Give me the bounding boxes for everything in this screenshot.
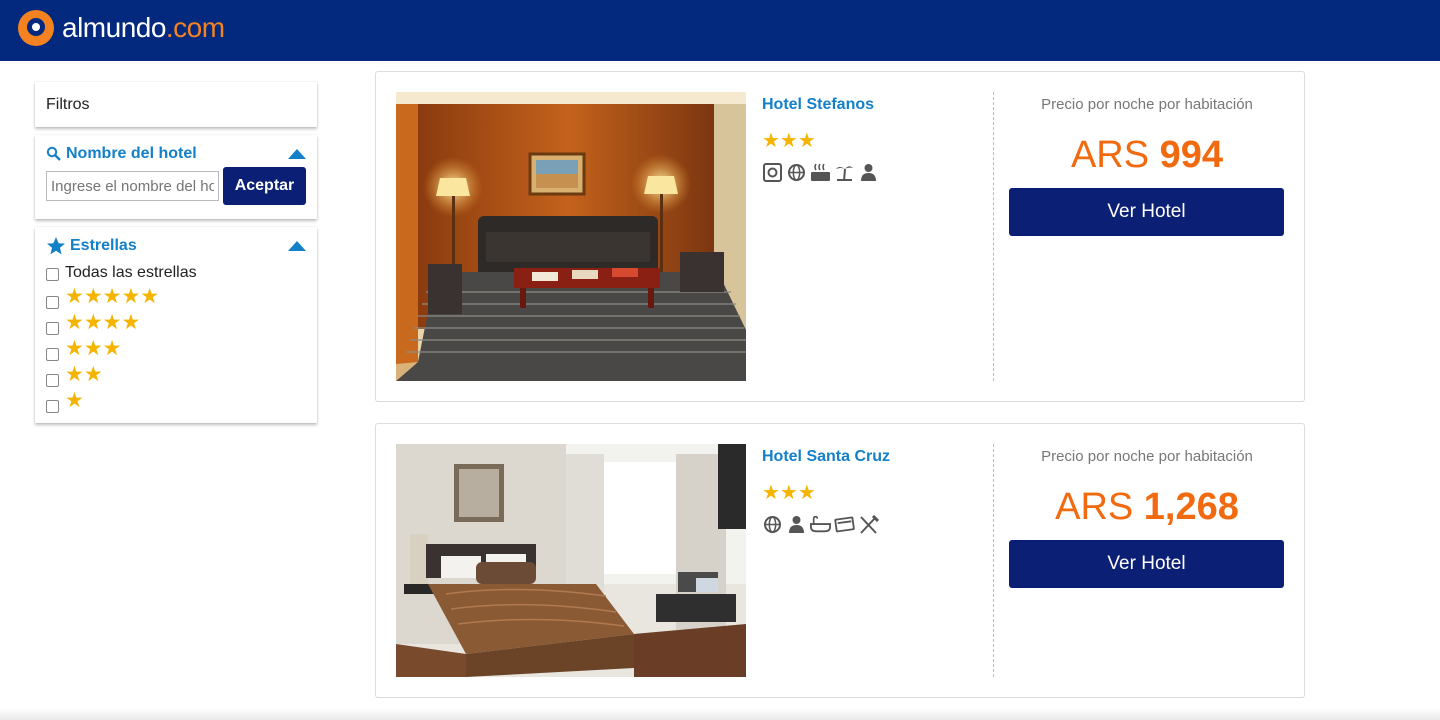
hotel-name-input[interactable] xyxy=(46,171,219,201)
price-label: Precio por noche por habitación xyxy=(1041,96,1253,113)
logo-main-text: almundo xyxy=(62,12,166,43)
hotel-photo[interactable] xyxy=(396,92,746,381)
card-icon xyxy=(834,514,855,535)
filters-title: Filtros xyxy=(46,96,90,113)
two-stars-option[interactable]: ★★ xyxy=(46,364,306,390)
four-stars-rating: ★★★★ xyxy=(65,310,141,334)
hotel-name-filter-title: Nombre del hotel xyxy=(66,145,197,162)
almundo-logo[interactable]: almundo.com xyxy=(18,10,225,46)
three-stars-checkbox[interactable] xyxy=(46,347,59,361)
amenities-list xyxy=(762,514,879,535)
star-icon xyxy=(47,237,65,255)
price-value: ARS 1,268 xyxy=(1010,486,1284,529)
four-stars-checkbox[interactable] xyxy=(46,321,59,335)
one-star-checkbox[interactable] xyxy=(46,399,59,413)
logo-tld-text: .com xyxy=(165,12,225,43)
hotel-card: Hotel Stefanos ★★★ Precio por noche por … xyxy=(375,71,1305,402)
three-stars-rating: ★★★ xyxy=(65,336,122,360)
all-stars-label: Todas las estrellas xyxy=(65,264,197,281)
five-stars-rating: ★★★★★ xyxy=(65,284,160,308)
logo-text: almundo.com xyxy=(62,12,225,44)
hotel-photo[interactable] xyxy=(396,444,746,677)
three-stars-option[interactable]: ★★★ xyxy=(46,338,306,364)
hotel-name-link[interactable]: Hotel Santa Cruz xyxy=(762,448,890,466)
price-currency: ARS xyxy=(1070,134,1150,176)
card-divider xyxy=(993,92,994,381)
price-value: ARS 994 xyxy=(1010,134,1284,177)
price-currency: ARS xyxy=(1055,486,1134,528)
person-icon xyxy=(786,514,807,535)
stars-options: Todas las estrellas ★★★★★ ★★★★ ★★★ ★★ ★ xyxy=(46,260,306,416)
person-icon xyxy=(858,162,879,183)
search-icon xyxy=(46,146,61,161)
price-label: Precio por noche por habitación xyxy=(1041,448,1253,465)
top-header: almundo.com xyxy=(0,0,1440,61)
four-stars-option[interactable]: ★★★★ xyxy=(46,312,306,338)
view-hotel-button[interactable]: Ver Hotel xyxy=(1009,540,1284,588)
amenities-list xyxy=(762,162,879,183)
one-star-option[interactable]: ★ xyxy=(46,390,306,416)
hotel-star-rating: ★★★ xyxy=(762,130,816,152)
hotel-name-link[interactable]: Hotel Stefanos xyxy=(762,96,874,114)
safe-icon xyxy=(762,162,783,183)
hotel-card: Hotel Santa Cruz ★★★ Precio por noche po… xyxy=(375,423,1305,698)
all-stars-option[interactable]: Todas las estrellas xyxy=(46,260,306,286)
price-amount: 994 xyxy=(1159,134,1224,176)
hotel-room-image xyxy=(396,92,746,381)
globe-icon xyxy=(786,162,807,183)
collapse-up-icon[interactable] xyxy=(288,149,306,159)
filters-title-panel: Filtros xyxy=(35,82,317,127)
filters-sidebar: Filtros Nombre del hotel Aceptar Es xyxy=(35,82,317,431)
two-stars-rating: ★★ xyxy=(65,362,103,386)
restaurant-icon xyxy=(858,514,879,535)
bathtub-icon xyxy=(810,514,831,535)
hotel-name-filter-panel: Nombre del hotel Aceptar xyxy=(35,135,317,219)
stars-filter-panel: Estrellas Todas las estrellas ★★★★★ ★★★★… xyxy=(35,227,317,423)
price-amount: 1,268 xyxy=(1143,486,1239,528)
spa-icon xyxy=(810,162,831,183)
hotel-star-rating: ★★★ xyxy=(762,482,816,504)
all-stars-checkbox[interactable] xyxy=(46,267,59,281)
two-stars-checkbox[interactable] xyxy=(46,373,59,387)
globe-icon xyxy=(762,514,783,535)
stars-filter-title: Estrellas xyxy=(70,237,137,254)
page-bottom-edge xyxy=(0,708,1440,720)
hotel-name-filter-header[interactable]: Nombre del hotel xyxy=(46,145,306,163)
beach-icon xyxy=(834,162,855,183)
location-pin-icon xyxy=(18,10,54,46)
accept-button[interactable]: Aceptar xyxy=(223,167,306,205)
five-stars-option[interactable]: ★★★★★ xyxy=(46,286,306,312)
stars-filter-header[interactable]: Estrellas xyxy=(46,236,306,256)
view-hotel-button[interactable]: Ver Hotel xyxy=(1009,188,1284,236)
card-divider xyxy=(993,444,994,677)
five-stars-checkbox[interactable] xyxy=(46,295,59,309)
hotel-room-image xyxy=(396,444,746,677)
one-star-rating: ★ xyxy=(65,388,84,412)
collapse-up-icon[interactable] xyxy=(288,241,306,251)
